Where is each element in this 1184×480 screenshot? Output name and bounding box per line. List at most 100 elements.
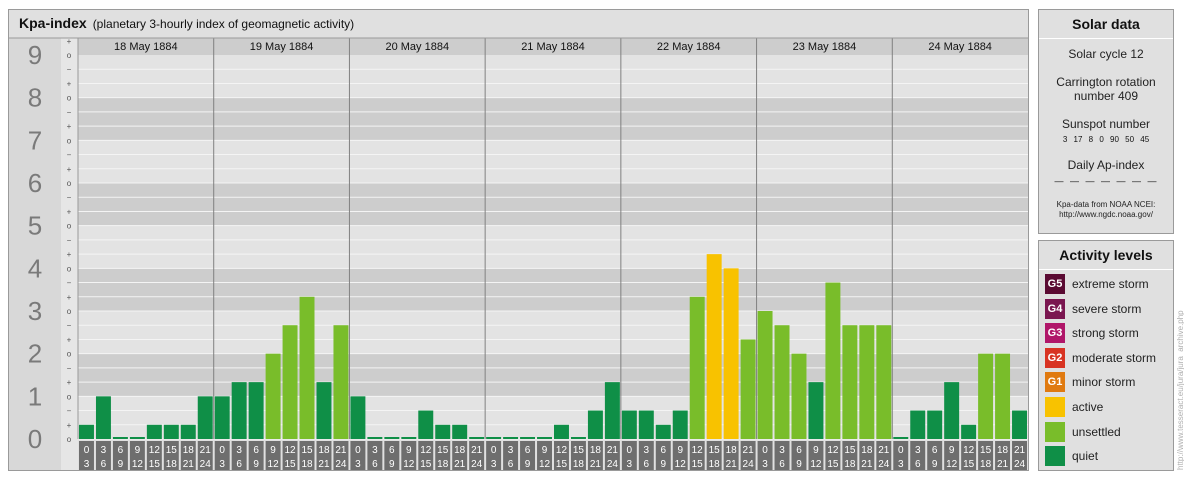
kpa-bar	[248, 382, 264, 439]
sub-tick-label: −	[67, 193, 72, 202]
kpa-bar	[520, 437, 536, 439]
sub-tick-label: −	[67, 407, 72, 416]
interval-start-label: 0	[219, 445, 225, 456]
interval-start-label: 21	[471, 445, 483, 456]
kpa-bar	[978, 353, 994, 439]
interval-start-label: 21	[1014, 445, 1026, 456]
day-header: 24 May 1884	[928, 41, 992, 53]
kpa-bar	[197, 396, 213, 439]
day-header: 20 May 1884	[385, 41, 449, 53]
kpa-bar	[418, 410, 434, 439]
ap-index-values: — — — — — — —	[1054, 176, 1158, 186]
interval-start-label: 9	[542, 445, 548, 456]
interval-end-label: 6	[508, 459, 514, 470]
interval-start-label: 18	[590, 445, 602, 456]
interval-end-label: 18	[844, 459, 856, 470]
solar-data-heading: Solar data	[1039, 10, 1173, 39]
grid-band	[78, 55, 1028, 98]
sub-tick-label: +	[67, 335, 72, 344]
interval-end-label: 9	[932, 459, 938, 470]
grid-band	[78, 225, 1028, 269]
interval-start-label: 9	[270, 445, 276, 456]
interval-start-label: 3	[508, 445, 514, 456]
kpa-chart-panel: 0 + o 1 + o −2 + o −3 + o −4 + o −5 + o −6 + o −7 + o −8 + o −9 + o −1…	[8, 9, 1029, 471]
interval-end-label: 21	[590, 459, 602, 470]
legend-label: minor storm	[1072, 375, 1136, 390]
interval-start-label: 3	[101, 445, 107, 456]
kpa-bar	[689, 296, 705, 439]
kpa-bar	[401, 437, 417, 439]
interval-start-label: 9	[813, 445, 819, 456]
sub-tick-label: −	[67, 236, 72, 245]
sub-tick-label: o	[67, 222, 72, 231]
y-tick-label: 3	[28, 296, 42, 326]
solar-data-panel: Solar data Solar cycle 12 Carrington rot…	[1038, 9, 1174, 234]
interval-start-label: 21	[743, 445, 755, 456]
interval-end-label: 9	[118, 459, 124, 470]
sub-tick-label: −	[67, 65, 72, 74]
interval-end-label: 12	[268, 459, 280, 470]
interval-end-label: 15	[420, 459, 432, 470]
sub-tick-label: +	[67, 79, 72, 88]
interval-start-label: 15	[844, 445, 856, 456]
interval-start-label: 18	[318, 445, 330, 456]
interval-start-label: 9	[406, 445, 412, 456]
carrington-line-1: Carrington rotation	[1056, 75, 1156, 89]
interval-end-label: 12	[539, 459, 551, 470]
day-header: 21 May 1884	[521, 41, 585, 53]
interval-start-label: 12	[556, 445, 568, 456]
kpa-bar	[944, 382, 960, 439]
interval-end-label: 6	[236, 459, 242, 470]
kpa-bar	[995, 353, 1011, 439]
kpa-bar	[231, 382, 247, 439]
interval-start-label: 21	[878, 445, 890, 456]
kpa-bar	[469, 437, 485, 439]
interval-start-label: 0	[898, 445, 904, 456]
data-source-url[interactable]: http://www.ngdc.noaa.gov/	[1039, 210, 1173, 220]
interval-end-label: 18	[980, 459, 992, 470]
interval-end-label: 6	[101, 459, 107, 470]
interval-end-label: 6	[915, 459, 921, 470]
carrington-line-2: number 409	[1073, 89, 1139, 103]
kpa-bar	[282, 325, 298, 439]
chart-title-main: Kpa-index	[19, 15, 87, 31]
legend-item-extreme-storm: G5 extreme storm	[1045, 274, 1171, 294]
interval-end-label: 21	[726, 459, 738, 470]
sub-tick-label: o	[67, 51, 72, 60]
interval-end-label: 3	[219, 459, 225, 470]
interval-start-label: 9	[677, 445, 683, 456]
interval-end-label: 3	[84, 459, 90, 470]
legend-label: extreme storm	[1072, 277, 1149, 291]
legend-label: moderate storm	[1072, 350, 1157, 365]
interval-start-label: 6	[660, 445, 666, 456]
kpa-bar	[825, 282, 841, 439]
interval-end-label: 9	[253, 459, 259, 470]
legend-item-severe-storm: G4 severe storm	[1045, 298, 1171, 319]
data-source-line-1: Kpa-data from NOAA NCEI:	[1056, 200, 1156, 209]
interval-end-label: 24	[743, 459, 755, 470]
interval-end-label: 15	[149, 459, 161, 470]
grid-band	[78, 183, 1028, 226]
interval-end-label: 21	[997, 459, 1009, 470]
interval-end-label: 9	[389, 459, 395, 470]
y-tick-label: 5	[28, 211, 42, 241]
interval-end-label: 3	[491, 459, 497, 470]
sub-tick-label: o	[67, 392, 72, 401]
chart-subtitle: (planetary 3-hourly index of geomagnetic…	[92, 17, 355, 31]
sub-tick-label: o	[67, 435, 72, 444]
ap-index-label: Daily Ap-index	[1067, 158, 1145, 172]
chart-title: Kpa-index (planetary 3-hourly index of ge…	[19, 15, 354, 31]
solar-cycle: Solar cycle 12	[1068, 47, 1144, 61]
interval-end-label: 24	[200, 459, 212, 470]
interval-start-label: 21	[607, 445, 619, 456]
kpa-bar	[621, 410, 637, 439]
sub-tick-label: o	[67, 94, 72, 103]
legend-label: strong storm	[1072, 326, 1139, 341]
interval-start-label: 21	[335, 445, 347, 456]
legend-item-unsettled: unsettled	[1045, 421, 1171, 442]
grid-band	[78, 97, 1028, 141]
y-tick-label: 2	[28, 339, 42, 369]
kpa-bar	[655, 424, 671, 439]
legend-label: active	[1072, 400, 1104, 414]
kpa-bar	[299, 296, 315, 439]
